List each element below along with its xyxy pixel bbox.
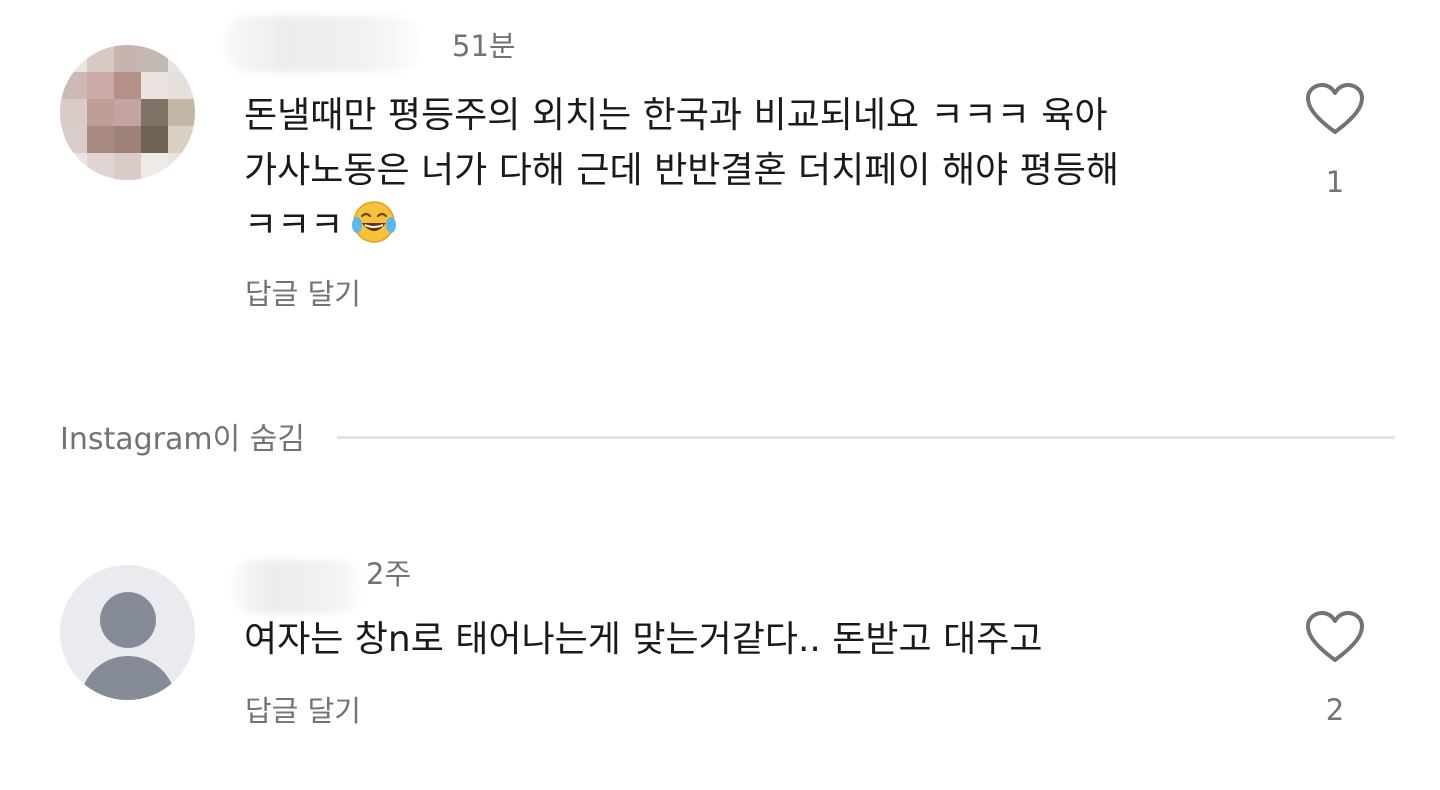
avatar[interactable] xyxy=(60,45,195,180)
reply-button[interactable]: 답글 달기 xyxy=(245,280,361,309)
avatar-body-shape xyxy=(80,656,176,700)
comment-text-line-last: ㅋㅋㅋ xyxy=(244,198,1119,253)
like-count: 1 xyxy=(1325,165,1345,199)
comment-text-segment: ㅋㅋㅋ xyxy=(244,205,344,246)
comment-text-line: 돈낼때만 평등주의 외치는 한국과 비교되네요 ㅋㅋㅋ 육아 xyxy=(244,95,1108,136)
comment-timestamp: 2주 xyxy=(366,557,412,591)
heart-icon[interactable] xyxy=(1305,610,1365,666)
comment-text: 여자는 창n로 태어나는게 맞는거같다.. 돈받고 대주고 xyxy=(244,612,1042,667)
avatar-head-shape xyxy=(100,592,156,648)
comment-text-line: 여자는 창n로 태어나는게 맞는거같다.. 돈받고 대주고 xyxy=(244,619,1043,660)
default-avatar[interactable] xyxy=(60,565,195,700)
divider-line xyxy=(336,435,1395,439)
comment-timestamp: 51분 xyxy=(452,29,516,63)
username-redacted[interactable] xyxy=(225,16,420,72)
comment-text-line: 가사노동은 너가 다해 근데 반반결혼 더치페이 해야 평등해 xyxy=(244,150,1119,191)
laughing-crying-emoji-icon xyxy=(352,201,397,243)
heart-icon[interactable] xyxy=(1305,82,1365,138)
hidden-comments-toggle[interactable]: Instagram이 숨김 xyxy=(60,414,305,458)
like-control: 2 xyxy=(1305,610,1365,725)
reply-button[interactable]: 답글 달기 xyxy=(245,697,361,726)
username-redacted[interactable] xyxy=(232,560,362,614)
hidden-comments-divider: Instagram이 숨김 xyxy=(60,414,1395,458)
comment-text: 돈낼때만 평등주의 외치는 한국과 비교되네요 ㅋㅋㅋ 육아 가사노동은 너가 … xyxy=(244,88,1119,253)
like-count: 2 xyxy=(1325,693,1345,727)
like-control: 1 xyxy=(1305,82,1365,197)
